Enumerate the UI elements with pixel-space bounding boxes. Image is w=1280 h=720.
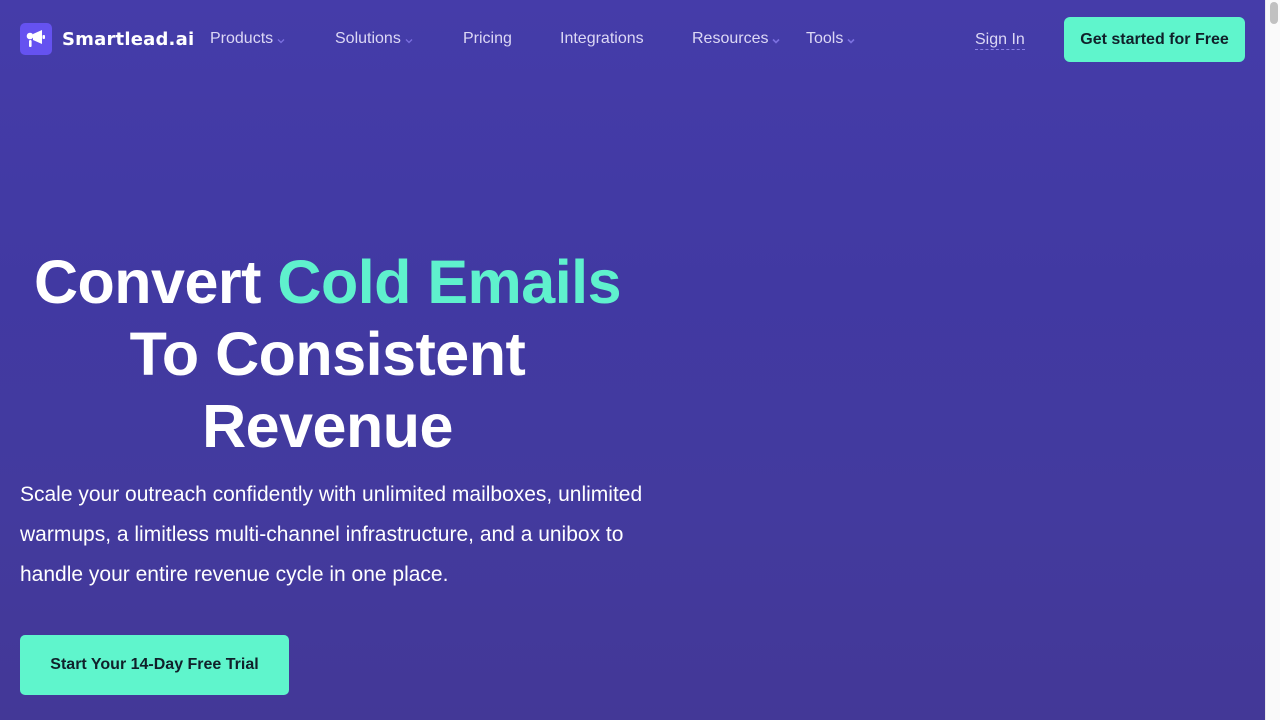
hero-title-accent: Cold Emails (277, 248, 622, 316)
start-free-trial-button[interactable]: Start Your 14-Day Free Trial (20, 635, 289, 695)
scrollbar-thumb[interactable] (1270, 2, 1278, 24)
nav-item-pricing[interactable]: Pricing (463, 30, 512, 48)
sign-in-link[interactable]: Sign In (975, 30, 1025, 50)
nav-label: Integrations (560, 30, 644, 47)
nav-item-solutions[interactable]: Solutions (335, 30, 414, 48)
nav-label: Products (210, 30, 274, 47)
chevron-down-icon (277, 38, 285, 43)
hero-title-line2: To Consistent (129, 320, 526, 388)
page-scrollbar[interactable] (1265, 0, 1280, 720)
brand-logo[interactable]: Smartlead.ai (20, 23, 194, 55)
nav-label: Resources (692, 30, 769, 47)
brand-name: Smartlead.ai (62, 28, 195, 50)
hero-title-line3: Revenue (202, 392, 453, 460)
hero-description: Scale your outreach confidently with unl… (20, 483, 643, 586)
hero-title-prefix: Convert (33, 248, 278, 316)
chevron-down-icon (847, 38, 855, 44)
get-started-button[interactable]: Get started for Free (1064, 17, 1245, 62)
hero-title: Convert Cold Emails To Consistent Revenu… (20, 246, 635, 462)
nav-label: Pricing (463, 30, 512, 47)
chevron-down-icon (405, 38, 413, 43)
nav-label: Tools (806, 30, 844, 47)
nav-label: Solutions (335, 30, 401, 47)
nav-item-products[interactable]: Products (210, 30, 286, 48)
site-header: Smartlead.ai Products Solutions Pricing … (0, 0, 1265, 80)
chevron-down-icon (772, 38, 781, 44)
megaphone-icon (20, 23, 52, 55)
nav-item-tools[interactable]: Tools (806, 30, 856, 48)
nav-item-integrations[interactable]: Integrations (560, 30, 644, 48)
nav-item-resources[interactable]: Resources (692, 30, 781, 48)
page: Smartlead.ai Products Solutions Pricing … (0, 0, 1265, 720)
